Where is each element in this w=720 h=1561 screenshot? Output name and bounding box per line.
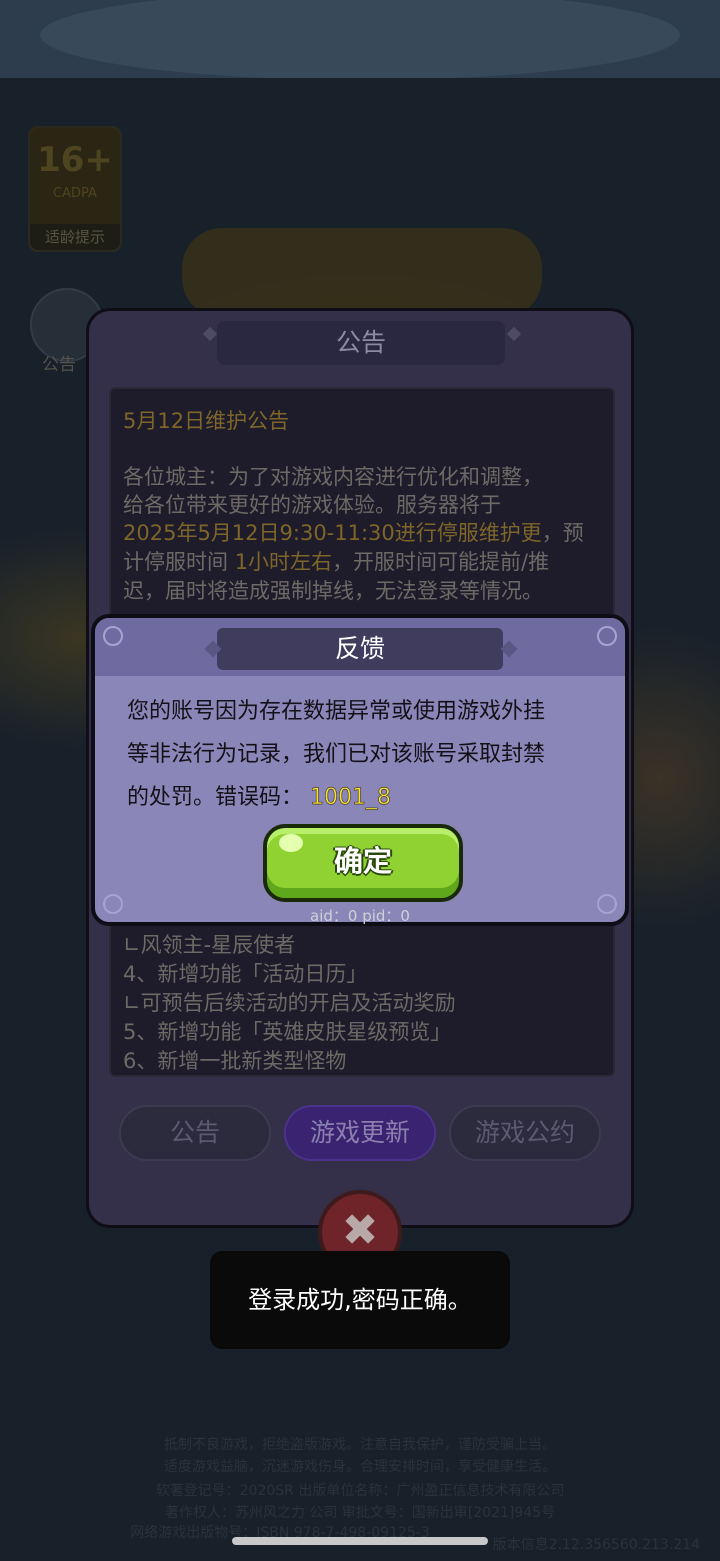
confirm-button[interactable]: 确定 [263,824,463,902]
side-notice-label[interactable]: 公告 [42,350,76,375]
footer-line: 抵制不良游戏，拒绝盗版游戏。注意自我保护，谨防受骗上当。 [164,1437,556,1453]
age-rating-badge: 16+ CADPA 适龄提示 [28,126,122,252]
error-code: 1001_8 [310,785,392,810]
top-header-art [0,0,720,80]
account-ids: aid：0 pid：0 [310,907,410,925]
footer-line: 软著登记号：2020SR 出版单位名称：广州盈正信息技术有限公司 [155,1483,565,1499]
message-text: 的处罚。错误码： [127,785,304,810]
age-rating-tip: 适龄提示 [30,224,120,250]
dialog-message: 您的账号因为存在数据异常或使用游戏外挂 等非法行为记录，我们已对该账号采取封禁 … [127,690,597,819]
content-text: ，预 [541,521,584,545]
home-indicator[interactable] [232,1537,488,1545]
tab-announcement[interactable]: 公告 [119,1105,271,1161]
content-line: 迟，届时将造成强制掉线，无法登录等情况。 [123,579,543,603]
game-logo [182,228,542,318]
corner-ornament [103,626,123,646]
announcement-title: 公告 [335,328,386,357]
message-line: 的处罚。错误码： 1001_8 [127,776,597,819]
message-line: 您的账号因为存在数据异常或使用游戏外挂 [127,699,546,724]
header-glow [40,0,680,80]
content-line: 6、新增一批新类型怪物 [123,1049,347,1073]
content-text: ，开服时间可能提前/推 [332,550,550,574]
age-rating: 16+ [37,140,113,180]
content-line: 5、新增功能「英雄皮肤星级预览」 [123,1020,452,1044]
age-rating-system: CADPA [53,186,97,201]
close-icon: ✖ [341,1205,379,1256]
diamond-ornament [202,326,218,342]
content-title: 5月12日维护公告 [123,409,290,433]
footer-line: 适度游戏益脑，沉迷游戏伤身。合理安排时间，享受健康生活。 [164,1459,556,1475]
tab-game-update[interactable]: 游戏更新 [284,1105,436,1161]
login-toast: 登录成功,密码正确。 [210,1251,510,1349]
message-line: 等非法行为记录，我们已对该账号采取封禁 [127,742,546,767]
highlight-text: 2025年5月12日9:30-11:30进行停服维护更 [123,521,542,545]
corner-ornament [597,626,617,646]
content-line: 4、新增功能「活动日历」 [123,962,368,986]
content-line: 各位城主：为了对游戏内容进行优化和调整， [123,465,543,489]
content-line: ∟风领主-星辰使者 [123,933,296,957]
content-line: 计停服时间 1小时左右，开服时间可能提前/推 [123,546,549,576]
tab-game-rules[interactable]: 游戏公约 [449,1105,601,1161]
confirm-button-label: 确定 [333,844,392,878]
content-text: 计停服时间 [123,550,228,574]
content-line: ∟可预告后续活动的开启及活动奖励 [123,991,456,1015]
dialog-title-bar: 反馈 [217,628,503,670]
content-line: 2025年5月12日9:30-11:30进行停服维护更，预 [123,517,584,547]
highlight-text: 1小时左右 [234,550,333,574]
feedback-dialog: 反馈 您的账号因为存在数据异常或使用游戏外挂 等非法行为记录，我们已对该账号采取… [91,614,629,926]
dialog-title: 反馈 [334,634,385,663]
diamond-ornament [506,326,522,342]
content-line: 给各位带来更好的游戏体验。服务器将于 [123,493,501,517]
footer-line: 著作权人：苏州风之力 公司 审批文号：国新出审[2021]945号 [164,1505,556,1521]
announcement-title-bar: 公告 [217,321,505,365]
